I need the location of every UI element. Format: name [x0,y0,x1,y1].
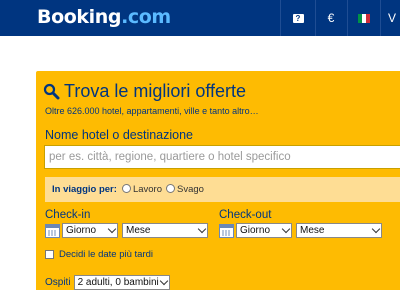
top-header: Booking.com ? € V [0,0,400,36]
header-divider [280,0,281,36]
travel-option-business[interactable]: Lavoro [121,184,162,195]
calendar-icon[interactable] [219,224,234,238]
help-icon: ? [292,13,304,23]
travel-option-leisure[interactable]: Svago [166,184,204,195]
language-button[interactable] [349,0,379,36]
travel-purpose-bar: In viaggio per: Lavoro Svago [45,177,400,202]
search-icon [43,83,60,100]
search-title-row: Trova le migliori offerte [43,81,246,102]
booking-logo[interactable]: Booking.com [37,6,171,28]
checkin-month-select[interactable]: Mese [122,223,208,238]
chevron-down-icon [197,224,207,234]
currency-symbol: € [327,11,335,25]
calendar-icon[interactable] [45,224,60,238]
decide-later-checkbox[interactable] [45,250,54,259]
destination-input[interactable] [44,145,400,169]
checkin-day-select[interactable]: Giorno [62,223,118,238]
travel-purpose-label: In viaggio per: [52,184,117,195]
chevron-down-icon [159,276,168,286]
guests-label: Ospiti [45,277,71,288]
radio-leisure[interactable] [166,184,175,193]
search-title: Trova le migliori offerte [64,81,247,101]
currency-button[interactable]: € [316,0,346,36]
decide-later-option[interactable]: Decidi le date più tardi [45,249,153,260]
chevron-down-icon [371,224,381,234]
checkout-day-select[interactable]: Giorno [236,223,292,238]
search-box: Trova le migliori offerte Oltre 626.000 … [36,71,400,290]
checkout-label: Check-out [219,209,272,221]
search-subtitle: Oltre 626.000 hotel, appartamenti, ville… [45,106,259,116]
header-menu-item[interactable]: V [381,0,400,36]
destination-label: Nome hotel o destinazione [45,128,194,142]
header-divider [347,0,348,36]
chevron-down-icon [107,224,117,234]
guests-row: Ospiti 2 adulti, 0 bambini [45,275,170,290]
help-button[interactable]: ? [283,0,313,36]
checkin-label: Check-in [45,209,91,221]
chevron-down-icon [281,224,291,234]
checkout-month-select[interactable]: Mese [296,223,382,238]
radio-business[interactable] [121,184,131,193]
guests-select[interactable]: 2 adulti, 0 bambini [73,275,170,290]
italy-flag-icon [358,13,370,23]
decide-later-label: Decidi le date più tardi [59,249,153,260]
